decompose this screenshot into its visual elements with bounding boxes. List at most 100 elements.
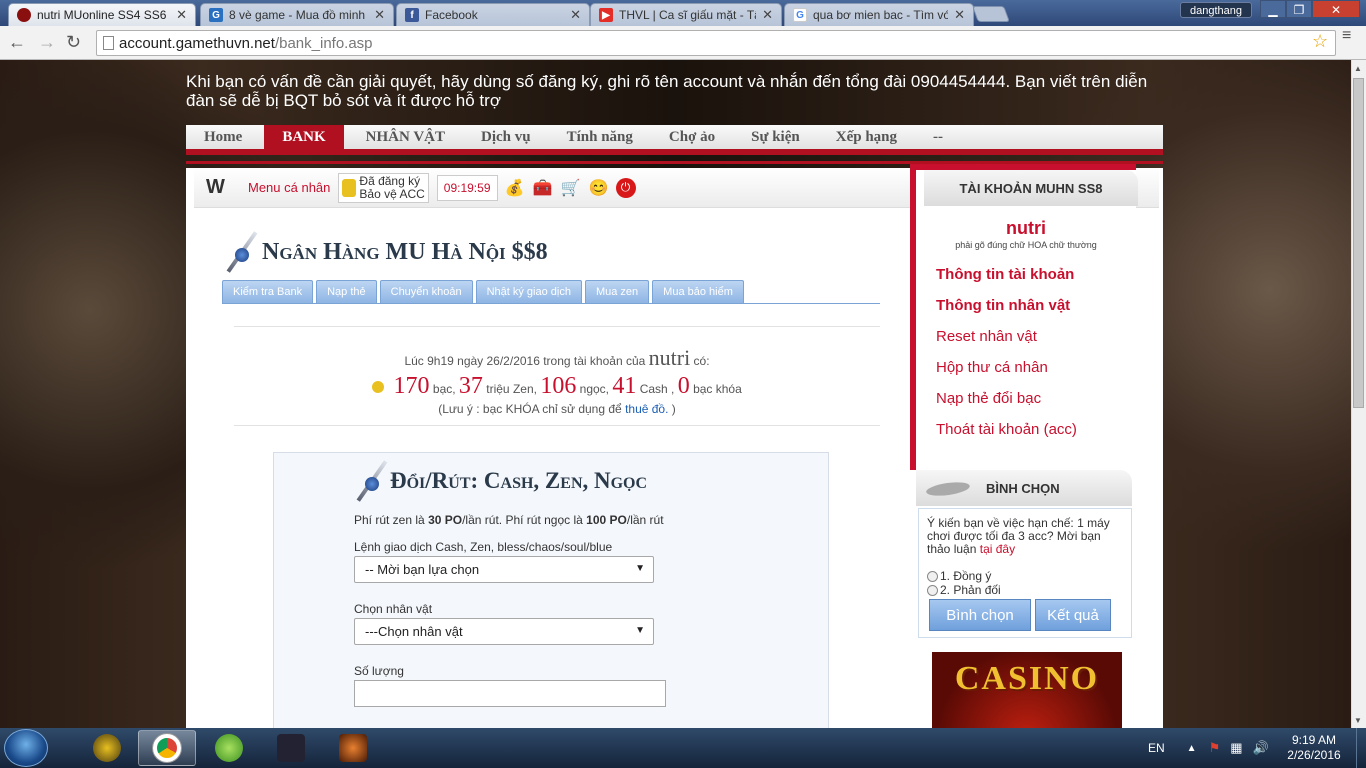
tab-mua-bao-hiem[interactable]: Mua bảo hiểm: [652, 280, 744, 303]
scrollbar-thumb[interactable]: [1353, 78, 1364, 408]
radio-button[interactable]: [927, 570, 938, 582]
result-button[interactable]: Kết quả: [1035, 599, 1111, 631]
close-icon[interactable]: ✕: [762, 7, 773, 23]
address-bar[interactable]: account.gamethuvn.net/bank_info.asp: [96, 30, 1336, 56]
nav-home[interactable]: Home: [186, 125, 260, 149]
rent-link[interactable]: thuê đồ.: [625, 402, 668, 416]
taskbar-app-5[interactable]: [324, 730, 382, 766]
link-inbox[interactable]: Hộp thư cá nhân: [936, 359, 1048, 376]
browser-tab-3[interactable]: f Facebook ✕: [396, 3, 590, 26]
dropdown-arrow-icon: ▼: [635, 625, 645, 636]
forward-icon[interactable]: →: [38, 33, 56, 51]
nav-su-kien[interactable]: Sự kiện: [733, 125, 818, 149]
volume-icon[interactable]: 🔊: [1253, 740, 1269, 756]
nav-cho-ao[interactable]: Chợ ảo: [651, 125, 733, 149]
radio-button[interactable]: [927, 584, 938, 596]
new-tab-button[interactable]: [972, 6, 1010, 22]
character-select[interactable]: ---Chọn nhân vật ▼: [354, 618, 654, 645]
sidebar: TÀI KHOẢN MUHN SS8 nutri phải gõ đúng ch…: [910, 164, 1138, 728]
coin-icon: [372, 381, 385, 393]
nav-bank[interactable]: BANK: [264, 125, 344, 149]
power-icon[interactable]: ⏻: [615, 177, 636, 198]
browser-tab-strip: nutri MUonline SS4 SS6 SS ✕ G 8 vè game …: [0, 0, 1366, 26]
taskbar-clock[interactable]: 9:19 AM 2/26/2016: [1280, 733, 1348, 763]
page-title: Ngân Hàng MU Hà Nội $$8: [262, 238, 548, 265]
protection-line2: Bảo vệ ACC: [359, 186, 425, 201]
link-topup[interactable]: Nạp thẻ đổi bạc: [936, 390, 1041, 407]
close-icon[interactable]: ✕: [374, 7, 385, 23]
vote-option-2[interactable]: 2. Phản đối: [927, 583, 1001, 597]
vote-question-text: Ý kiến bạn về việc hạn chế: 1 máy chơi đ…: [927, 516, 1110, 556]
vote-button[interactable]: Bình chọn: [929, 599, 1031, 631]
browser-toolbar: ← → ↻ account.gamethuvn.net/bank_info.as…: [0, 26, 1366, 60]
nav-nhan-vat[interactable]: NHÂN VẬT: [348, 125, 463, 149]
sword-icon: [352, 457, 390, 505]
taskbar-mu[interactable]: [262, 730, 320, 766]
shopping-cart-icon[interactable]: 🛒: [560, 177, 582, 199]
close-icon[interactable]: ✕: [954, 7, 965, 23]
fee-a-unit: /lần rút. Phí rút ngọc là: [462, 513, 583, 527]
flag-icon[interactable]: ⚑: [1209, 740, 1221, 756]
back-icon[interactable]: ←: [8, 33, 26, 51]
profile-button[interactable]: dangthang: [1180, 2, 1252, 18]
start-button[interactable]: [4, 729, 48, 767]
tab-kiem-tra-bank[interactable]: Kiểm tra Bank: [222, 280, 314, 303]
acc-protection-badge[interactable]: Đã đăng ký Bảo vệ ACC: [338, 172, 429, 203]
nav-dich-vu[interactable]: Dịch vụ: [463, 125, 549, 149]
minimize-button[interactable]: ▁: [1260, 0, 1286, 18]
account-box: TÀI KHOẢN MUHN SS8 nutri phải gõ đúng ch…: [910, 164, 1138, 470]
tab-nhat-ky[interactable]: Nhật ký giao dịch: [475, 280, 582, 303]
nav-xep-hang[interactable]: Xếp hạng: [818, 125, 915, 149]
exchange-form: Đổi/Rút: Cash, Zen, Ngọc Phí rút zen là …: [273, 452, 829, 728]
show-desktop-button[interactable]: [1356, 728, 1366, 768]
close-icon[interactable]: ✕: [570, 7, 581, 23]
tray-arrow-icon[interactable]: ▲: [1187, 743, 1197, 754]
close-icon[interactable]: ✕: [176, 7, 187, 23]
account-hint: phải gõ đúng chữ HOA chữ thường: [955, 240, 1097, 250]
main-nav: Home BANK NHÂN VẬT Dịch vụ Tính năng Chợ…: [186, 125, 1163, 155]
maximize-button[interactable]: ❐: [1286, 0, 1312, 18]
money-bag-icon[interactable]: 💰: [504, 177, 526, 199]
reload-icon[interactable]: ↻: [66, 33, 81, 51]
link-logout[interactable]: Thoát tài khoản (acc): [936, 421, 1077, 438]
vote-box-header: BÌNH CHỌN: [916, 470, 1132, 506]
quantity-input[interactable]: [354, 680, 666, 707]
link-reset-character[interactable]: Reset nhân vật: [936, 328, 1037, 345]
link-character-info[interactable]: Thông tin nhân vật: [936, 297, 1070, 314]
nav-more[interactable]: --: [915, 125, 961, 149]
dragon-icon: [922, 475, 972, 501]
taskbar-chrome[interactable]: [138, 730, 196, 766]
clock-display: 09:19:59: [436, 174, 498, 201]
close-window-button[interactable]: ✕: [1312, 0, 1360, 18]
vote-discuss-link[interactable]: tại đây: [980, 542, 1015, 556]
smiley-gift-icon[interactable]: 😊: [588, 177, 610, 199]
command-select[interactable]: -- Mời bạn lựa chọn ▼: [354, 556, 654, 583]
vote-option-1[interactable]: 1. Đồng ý: [927, 569, 991, 583]
browser-tab-2[interactable]: G 8 vè game - Mua đồ minh ✕: [200, 3, 394, 26]
link-account-info[interactable]: Thông tin tài khoản: [936, 266, 1074, 283]
tab-nap-the[interactable]: Nạp thẻ: [316, 280, 377, 303]
scroll-down-icon[interactable]: ▼: [1354, 716, 1362, 725]
windows-taskbar: EN ▲ ⚑ ▦ 🔊 9:19 AM 2/26/2016: [0, 728, 1366, 768]
account-username: nutri: [1006, 218, 1046, 238]
browser-tab-5[interactable]: G qua bơ mien bac - Tìm với ✕: [784, 3, 974, 26]
tab-mua-zen[interactable]: Mua zen: [584, 280, 650, 303]
w-logo[interactable]: W: [206, 176, 248, 199]
tab-chuyen-khoan[interactable]: Chuyển khoản: [379, 280, 473, 303]
browser-tab-1[interactable]: nutri MUonline SS4 SS6 SS ✕: [8, 3, 196, 26]
taskbar-app-1[interactable]: [78, 730, 136, 766]
language-indicator[interactable]: EN: [1148, 741, 1165, 755]
nav-tinh-nang[interactable]: Tính năng: [549, 125, 651, 149]
vote-option-1-label: 1. Đồng ý: [940, 569, 992, 583]
menu-icon[interactable]: ≡: [1342, 28, 1356, 44]
bookmark-star-icon[interactable]: ☆: [1312, 31, 1328, 52]
treasure-chest-icon[interactable]: 🧰: [532, 177, 554, 199]
scroll-up-icon[interactable]: ▲: [1354, 64, 1362, 73]
green-app-icon: [215, 734, 243, 762]
personal-menu-link[interactable]: Menu cá nhân: [248, 180, 330, 195]
taskbar-app-3[interactable]: [200, 730, 258, 766]
network-icon[interactable]: ▦: [1230, 740, 1242, 756]
cash-value: 41: [612, 373, 637, 399]
browser-tab-4[interactable]: ▶ THVL | Ca sĩ giấu mặt - Tập ✕: [590, 3, 782, 26]
casino-banner[interactable]: CASINO: [932, 652, 1122, 728]
